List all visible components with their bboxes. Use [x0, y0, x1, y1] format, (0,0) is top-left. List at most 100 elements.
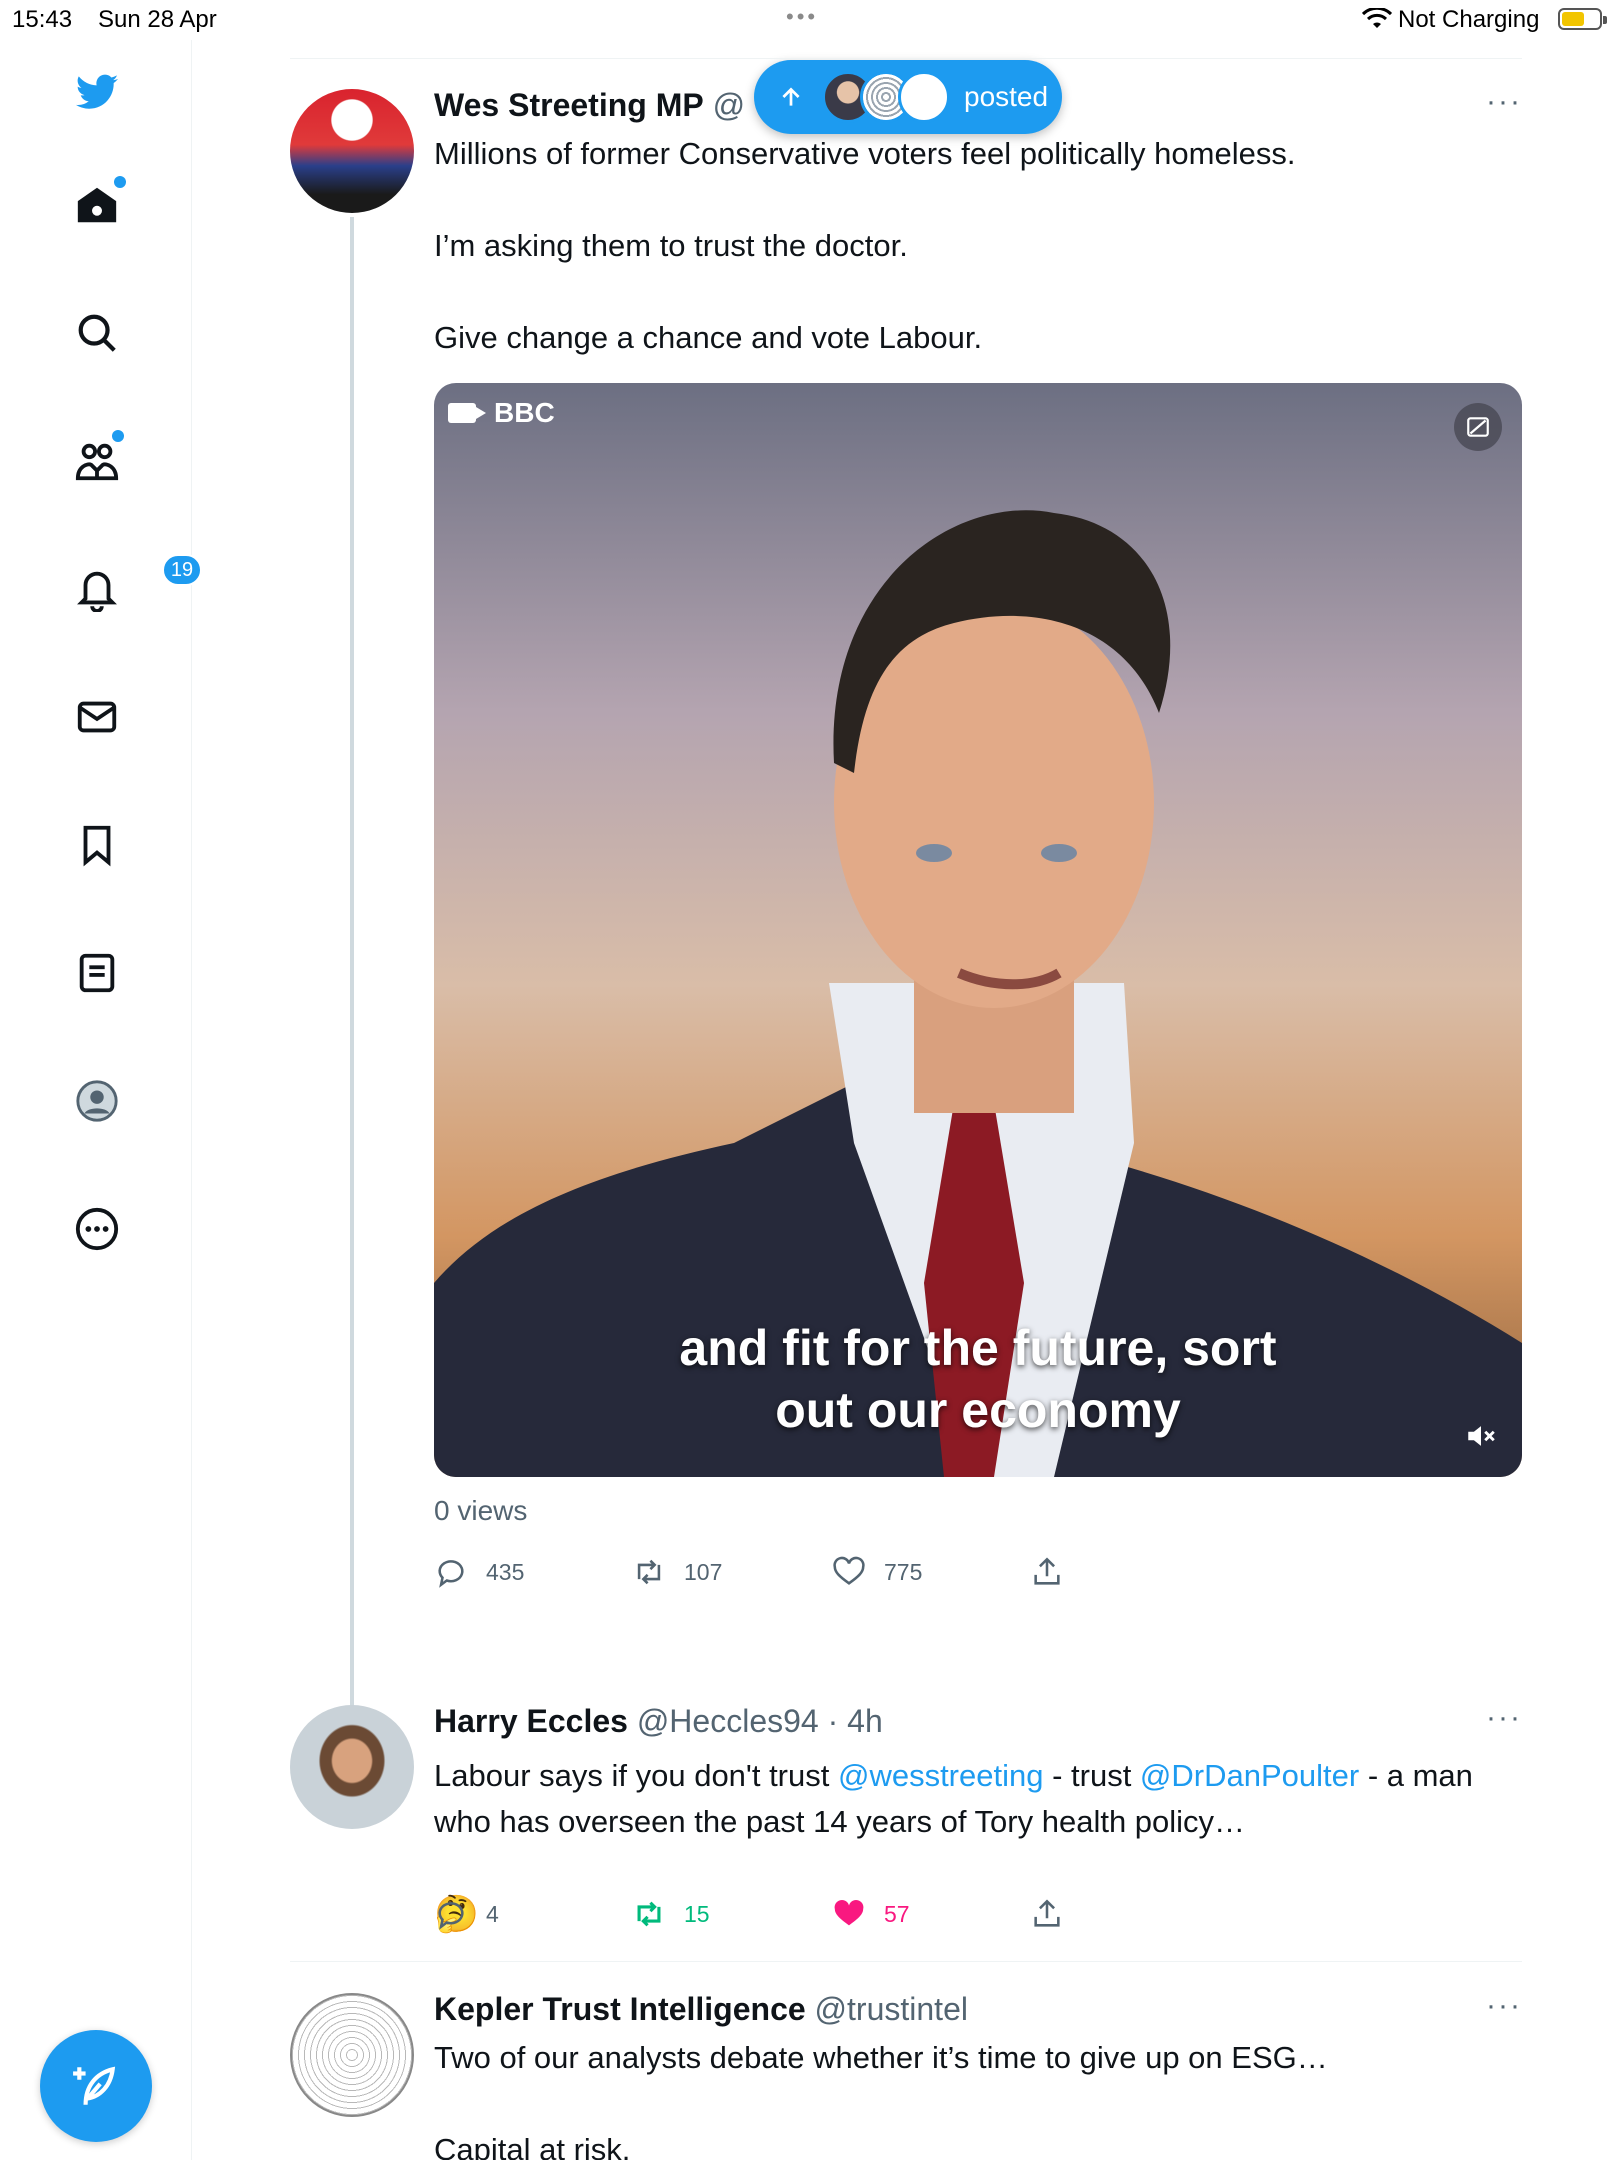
tweet-text-segment: Labour says if you don't trust [434, 1758, 838, 1793]
notifications-icon [77, 571, 117, 612]
caption-line: out our economy [775, 1382, 1181, 1438]
wifi-icon [1362, 8, 1392, 28]
retweet-count: 107 [684, 1558, 723, 1585]
like-button[interactable]: 775 [832, 1547, 922, 1597]
like-button[interactable]: 57 [832, 1889, 910, 1939]
nav-search[interactable] [62, 298, 132, 368]
heart-icon [833, 1556, 865, 1585]
heart-icon [834, 1899, 864, 1926]
muted-speaker-icon[interactable] [1464, 1419, 1498, 1453]
reply-button[interactable]: 435 [434, 1547, 524, 1597]
notifications-badge: 19 [162, 554, 202, 586]
mention-link[interactable]: @DrDanPoulter [1140, 1758, 1359, 1793]
status-date: Sun 28 Apr [98, 6, 217, 33]
battery-level [1562, 12, 1584, 26]
video-source-label: BBC [494, 397, 555, 428]
tweet[interactable]: Kepler Trust Intelligence @trustintel ··… [290, 1963, 1522, 2160]
tweet-divider [290, 1961, 1522, 1962]
compose-tweet-button[interactable] [40, 2030, 152, 2142]
communities-unread-dot [112, 430, 124, 442]
video-camera-icon [448, 403, 486, 423]
nav-communities[interactable] [62, 426, 132, 496]
compose-tweet-icon [73, 2066, 116, 2105]
profile-icon [76, 1080, 118, 1122]
status-bar: 15:43 Sun 28 Apr ••• Not Charging [0, 0, 1620, 40]
author-avatar[interactable] [290, 1993, 414, 2117]
tweet-more-button[interactable]: ··· [1486, 1989, 1522, 2023]
retweet-button[interactable]: 15 [632, 1889, 710, 1939]
mention-link[interactable]: @wesstreeting [838, 1758, 1044, 1793]
author-handle[interactable]: @Heccles94 [637, 1703, 819, 1739]
retweet-icon [637, 1901, 661, 1927]
author-name[interactable]: Kepler Trust Intelligence [434, 1991, 806, 2027]
view-count: 0 views [434, 1495, 528, 1526]
author-avatar[interactable] [290, 1705, 414, 1829]
nav-home[interactable] [62, 170, 132, 240]
author-handle[interactable]: @trustintel [815, 1991, 968, 2027]
reply-button[interactable]: 4 [434, 1889, 499, 1939]
tweet-text: Millions of former Conservative voters f… [434, 131, 1520, 361]
timeline: Wes Streeting MP @ ··· Millions of forme… [290, 58, 1522, 2160]
lists-icon [79, 953, 115, 993]
nav-lists[interactable] [62, 938, 132, 1008]
author-name[interactable]: Harry Eccles [434, 1703, 628, 1739]
tweet-text: Two of our analysts debate whether it’s … [434, 2035, 1520, 2160]
video-source: BBC [448, 397, 555, 429]
nav-profile[interactable] [62, 1066, 132, 1136]
share-button[interactable] [1030, 1547, 1064, 1597]
author-handle[interactable]: @ [713, 87, 745, 123]
tweet[interactable]: Harry Eccles @Heccles94 · 4h ··· Labour … [290, 1639, 1522, 1999]
home-icon [77, 187, 117, 223]
reply-count: 435 [486, 1558, 525, 1585]
status-time: 15:43 [12, 6, 73, 33]
tweet[interactable]: Wes Streeting MP @ ··· Millions of forme… [290, 59, 1522, 1707]
tweet-more-button[interactable]: ··· [1486, 85, 1522, 119]
content-warning-button[interactable] [1454, 403, 1502, 451]
share-icon [1034, 1899, 1060, 1927]
tweet-header: Wes Streeting MP @ [434, 87, 745, 124]
communities-icon [75, 443, 119, 481]
search-icon [78, 314, 116, 352]
like-count: 775 [884, 1558, 923, 1585]
share-icon [1034, 1557, 1060, 1585]
tweet-line: Give change a chance and vote Labour. [434, 320, 983, 355]
tweet-line: I’m asking them to trust the doctor. [434, 228, 908, 263]
tweet-line [434, 269, 1520, 315]
nav-notifications[interactable]: 19 [62, 554, 202, 624]
charging-status: Not Charging [1398, 6, 1540, 33]
retweet-button[interactable]: 107 [632, 1547, 722, 1597]
tweet-more-button[interactable]: ··· [1486, 1701, 1522, 1735]
author-avatar[interactable] [290, 89, 414, 213]
tweet-time[interactable]: · 4h [828, 1703, 883, 1739]
tweet-text-segment: - trust [1043, 1758, 1140, 1793]
author-name[interactable]: Wes Streeting MP [434, 87, 704, 123]
messages-icon [77, 701, 117, 733]
multitasking-dots[interactable]: ••• [786, 4, 818, 30]
tweet-line: Capital at risk. [434, 2132, 631, 2160]
tweet-header: Harry Eccles @Heccles94 · 4h [434, 1703, 883, 1740]
video-frame [434, 510, 1522, 1477]
nav-messages[interactable] [62, 682, 132, 752]
reply-icon [438, 1902, 464, 1930]
tweet-line: Millions of former Conservative voters f… [434, 136, 1296, 171]
twitter-logo[interactable] [62, 58, 132, 128]
tweet-line: Two of our analysts debate whether it’s … [434, 2040, 1328, 2075]
tweet-line [434, 177, 1520, 223]
like-count: 57 [884, 1900, 910, 1927]
share-button[interactable] [1030, 1889, 1064, 1939]
nav-more[interactable] [62, 1194, 132, 1264]
nav-bookmarks[interactable] [62, 810, 132, 880]
tweet-header: Kepler Trust Intelligence @trustintel [434, 1991, 968, 2028]
tweet-paragraph: Labour says if you don't trust @wesstree… [434, 1753, 1520, 1845]
tweet-actions: 435 107 775 [434, 1547, 1134, 1597]
reply-count: 4 [486, 1900, 499, 1927]
tweet-video[interactable]: BBC and fit for the future, sort out our… [434, 383, 1522, 1477]
reply-icon [438, 1560, 464, 1588]
thread-line [350, 217, 354, 1707]
tweet-line [434, 2081, 1520, 2127]
tweet-actions: 4 15 57 [434, 1889, 1134, 1939]
more-icon [75, 1207, 119, 1251]
sidebar: 19 [0, 40, 202, 2160]
video-caption: and fit for the future, sort out our eco… [434, 1317, 1522, 1441]
battery-icon [1558, 8, 1607, 30]
